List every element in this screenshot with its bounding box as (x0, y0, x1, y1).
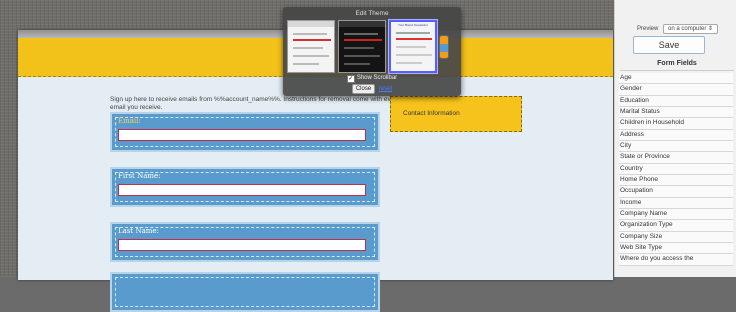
thumb-line (293, 47, 323, 49)
form-fields-panel: Preview on a computer ⇕ Save Form Fields… (614, 0, 736, 277)
thumb-line (396, 62, 422, 64)
last-name-field-block[interactable]: Last Name: (110, 222, 380, 262)
preview-select[interactable]: on a computer ⇕ (663, 24, 719, 34)
field-item-state[interactable]: State or Province (619, 152, 733, 164)
field-item-organization-type[interactable]: Organization Type (619, 220, 733, 232)
email-label: Email: (118, 117, 141, 125)
field-item-city[interactable]: City (619, 140, 733, 153)
show-scrollbar-label: Show Scrollbar (356, 75, 398, 81)
thumb-line (293, 55, 329, 57)
editor-canvas: Mont Sign up here to receive emails from… (0, 0, 614, 312)
thumb-line (396, 32, 430, 34)
thumb-line (293, 39, 331, 41)
email-field-block[interactable]: Email: (110, 112, 380, 152)
thumb-line (344, 63, 370, 65)
thumb-line (293, 63, 319, 65)
first-name-label: First Name: (118, 172, 161, 180)
reset-link[interactable]: reset (379, 86, 392, 92)
show-scrollbar-checkbox[interactable]: ✓ (346, 75, 355, 83)
thumb-line (344, 39, 382, 41)
last-name-field[interactable] (118, 239, 366, 251)
dialog-actions: Close reset (283, 84, 461, 94)
field-item-gender[interactable]: Gender (619, 84, 733, 96)
thumb-line (396, 54, 432, 56)
thumb-line (293, 33, 327, 35)
last-name-label: Last Name: (118, 227, 159, 235)
field-item-home-phone[interactable]: Home Phone (619, 174, 733, 187)
thumb-header (339, 21, 385, 27)
field-item-access-location[interactable]: Where do you access the (619, 254, 733, 266)
preview-option: on a computer (668, 26, 707, 32)
intro-text[interactable]: Sign up here to receive emails from %%ac… (110, 96, 400, 112)
edit-theme-dialog: Edit Theme Your Brand Newsletter ✓ Show … (283, 7, 461, 96)
first-name-field[interactable] (118, 184, 366, 196)
next-field-block[interactable] (110, 272, 380, 312)
first-name-field-block[interactable]: First Name: (110, 167, 380, 207)
theme-thumbnail-color[interactable] (439, 35, 449, 59)
theme-thumbnail-selected[interactable]: Your Brand Newsletter (388, 19, 438, 74)
close-button[interactable]: Close (351, 84, 376, 94)
show-scrollbar-row[interactable]: ✓ Show Scrollbar (283, 75, 461, 83)
field-item-company-name[interactable]: Company Name (619, 208, 733, 221)
field-item-occupation[interactable]: Occupation (619, 186, 733, 198)
color-swatch (440, 44, 448, 52)
field-item-education[interactable]: Education (619, 95, 733, 107)
form-field-list: Age Gender Education Marital Status Chil… (619, 73, 733, 266)
field-item-income[interactable]: Income (619, 197, 733, 209)
color-swatch (440, 36, 448, 44)
thumb-line (344, 55, 380, 57)
field-item-age[interactable]: Age (619, 73, 733, 85)
color-swatch (440, 52, 448, 58)
preview-row: Preview on a computer ⇕ (637, 24, 719, 34)
thumb-line (344, 47, 374, 49)
dialog-title: Edit Theme (355, 10, 389, 17)
thumb-header (288, 21, 334, 27)
field-item-address[interactable]: Address (619, 129, 733, 141)
field-outline (115, 277, 375, 307)
field-item-web-site-type[interactable]: Web Site Type (619, 242, 733, 255)
field-item-marital-status[interactable]: Marital Status (619, 106, 733, 119)
save-button[interactable]: Save (633, 36, 705, 54)
field-item-company-size[interactable]: Company Size (619, 231, 733, 243)
preview-label: Preview (637, 26, 659, 32)
chevron-down-icon: ⇕ (708, 26, 714, 32)
email-field[interactable] (118, 129, 366, 141)
thumb-line (396, 46, 426, 48)
theme-thumbnail-light[interactable] (287, 20, 335, 73)
thumb-line (396, 38, 432, 40)
form-fields-title: Form Fields (620, 60, 734, 71)
contact-information-box[interactable]: Contact Information (390, 96, 522, 132)
thumb-line (344, 33, 378, 35)
contact-information-label: Contact Information (403, 110, 460, 117)
theme-thumbnail-dark[interactable] (338, 20, 386, 73)
thumb-caption: Your Brand Newsletter (398, 23, 428, 27)
field-item-children[interactable]: Children in Household (619, 118, 733, 130)
field-item-country[interactable]: Country (619, 163, 733, 175)
